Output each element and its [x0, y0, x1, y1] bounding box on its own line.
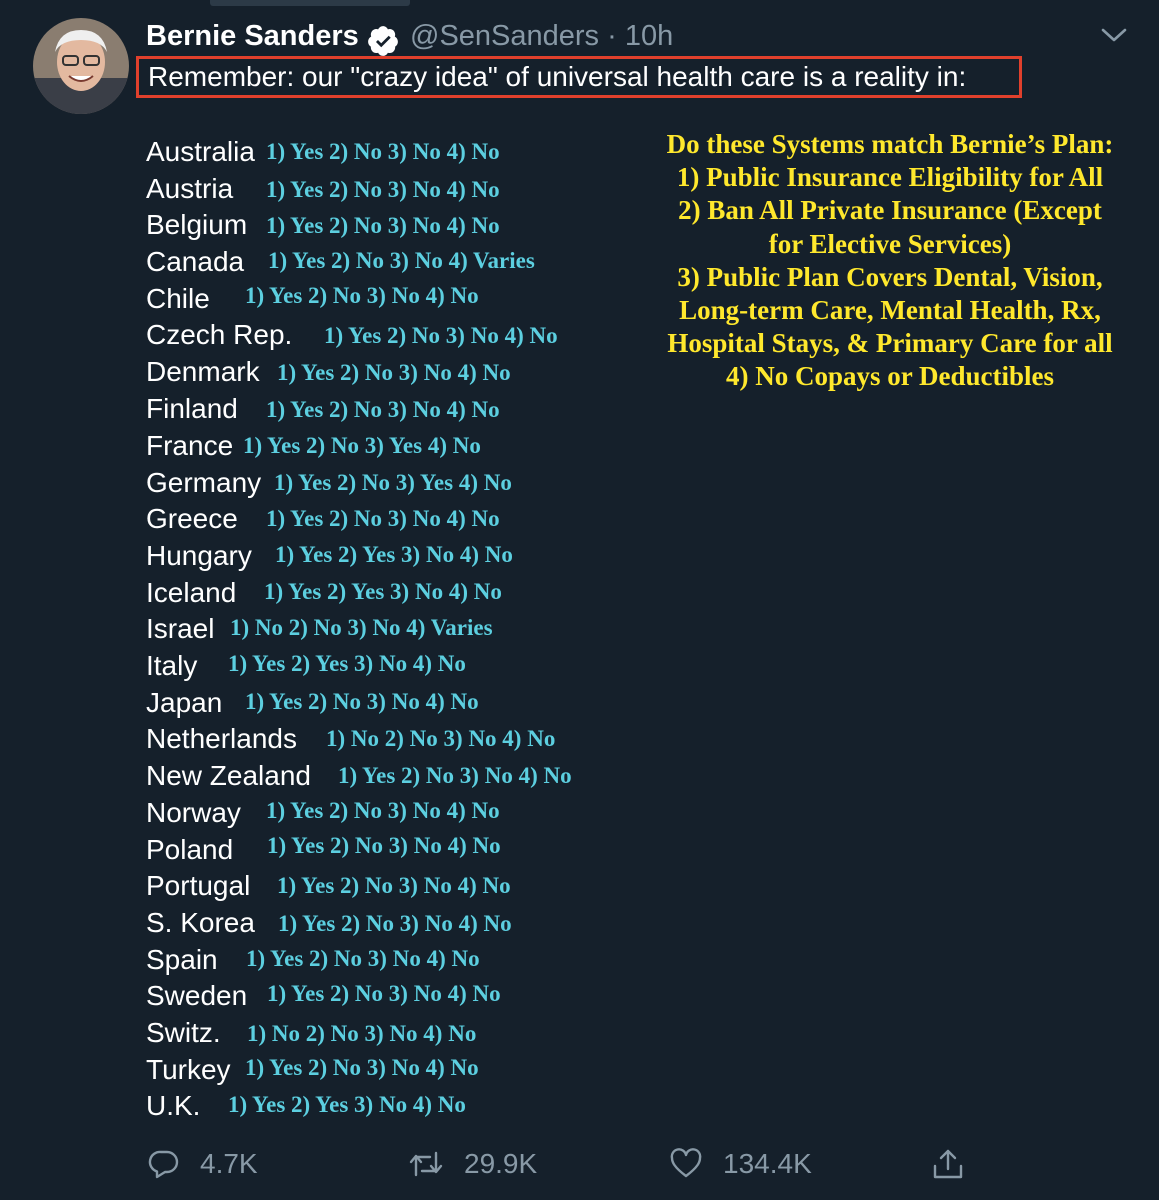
legend-line: Hospital Stays, & Primary Care for all [667, 328, 1113, 359]
country-name: Norway [146, 797, 241, 828]
country-name: Iceland [146, 577, 237, 608]
author-name[interactable]: Bernie Sanders [146, 20, 359, 53]
country-name: Canada [146, 246, 245, 277]
legend-line: Long-term Care, Mental Health, Rx, [679, 295, 1101, 326]
country-name: Czech Rep. [146, 319, 293, 350]
country-name: Germany [146, 467, 262, 498]
country-answers: 1) Yes 2) No 3) No 4) No [277, 360, 511, 385]
country-name: Italy [146, 650, 198, 681]
country-answers: 1) Yes 2) No 3) No 4) No [266, 139, 500, 164]
country-answers: 1) Yes 2) No 3) No 4) No [338, 763, 572, 788]
author-handle-and-time[interactable]: @SenSanders · 10h [410, 20, 673, 53]
legend-line: Do these Systems match Bernie’s Plan: [666, 129, 1114, 159]
reply-count: 4.7K [200, 1148, 258, 1179]
country-answers: 1) Yes 2) No 3) No 4) No [266, 213, 500, 238]
country-answers: 1) Yes 2) No 3) No 4) Varies [268, 248, 535, 273]
country-answers: 1) Yes 2) No 3) No 4) No [266, 397, 500, 422]
country-answers: 1) Yes 2) No 3) Yes 4) No [274, 470, 512, 495]
country-name: Austria [146, 173, 234, 204]
country-name: Denmark [146, 356, 260, 387]
country-name: New Zealand [146, 760, 311, 791]
country-answers: 1) Yes 2) Yes 3) No 4) No [228, 1092, 466, 1117]
country-name: Turkey [146, 1054, 231, 1085]
legend-line: 1) Public Insurance Eligibility for All [676, 162, 1104, 193]
country-answers: 1) Yes 2) No 3) No 4) No [278, 911, 512, 936]
country-answers: 1) Yes 2) No 3) No 4) No [245, 1055, 479, 1080]
chevron-down-icon[interactable] [1098, 24, 1130, 48]
avatar[interactable] [33, 18, 129, 114]
country-answers: 1) Yes 2) No 3) No 4) No [246, 946, 480, 971]
share-button[interactable] [930, 1144, 986, 1184]
plan-criteria-legend: Do these Systems match Bernie’s Plan: 1)… [640, 128, 1140, 394]
reply-icon [148, 1150, 179, 1179]
country-name: Hungary [146, 540, 252, 571]
country-answers: 1) No 2) No 3) No 4) No [326, 726, 556, 751]
legend-line: 4) No Copays or Deductibles [725, 361, 1054, 392]
legend-line: 2) Ban All Private Insurance (Except [678, 195, 1102, 226]
country-name: Sweden [146, 980, 248, 1011]
country-name: Netherlands [146, 723, 297, 754]
country-name: Switz. [146, 1017, 221, 1048]
legend-line: for Elective Services) [768, 228, 1012, 259]
country-name: Portugal [146, 870, 251, 901]
country-answers: 1) Yes 2) No 3) Yes 4) No [243, 433, 481, 458]
country-name: Japan [146, 687, 223, 718]
country-answers: 1) Yes 2) No 3) No 4) No [245, 283, 479, 308]
country-answers: 1) Yes 2) No 3) No 4) No [277, 873, 511, 898]
previous-tweet-remnant [210, 0, 410, 6]
tweet-text: Remember: our "crazy idea" of universal … [136, 56, 1022, 98]
verified-badge-icon [368, 26, 398, 56]
country-name: Australia [146, 136, 255, 167]
country-answers: 1) Yes 2) Yes 3) No 4) No [264, 579, 502, 604]
country-name: U.K. [146, 1090, 201, 1121]
country-answers: 1) Yes 2) No 3) No 4) No [267, 833, 501, 858]
heart-icon [670, 1148, 702, 1178]
country-name: France [146, 430, 234, 461]
country-name: Belgium [146, 209, 248, 240]
country-answers: 1) No 2) No 3) No 4) No [247, 1021, 477, 1046]
author-handle[interactable]: @SenSanders [410, 20, 599, 52]
retweet-button[interactable]: 29.9K [408, 1144, 537, 1184]
country-answers: 1) Yes 2) No 3) No 4) No [266, 506, 500, 531]
country-answers: 1) No 2) No 3) No 4) Varies [230, 615, 493, 640]
country-answers: 1) Yes 2) No 3) No 4) No [324, 323, 558, 348]
retweet-icon [409, 1151, 443, 1177]
share-icon [933, 1149, 963, 1179]
country-name: Finland [146, 393, 238, 424]
country-name: Israel [146, 613, 215, 644]
tweet-time[interactable]: · 10h [607, 20, 673, 52]
like-count: 134.4K [723, 1148, 812, 1179]
country-answers: 1) Yes 2) No 3) No 4) No [267, 981, 501, 1006]
retweet-count: 29.9K [464, 1148, 538, 1179]
legend-line: 3) Public Plan Covers Dental, Vision, [677, 261, 1103, 292]
country-name: Greece [146, 503, 238, 534]
country-answers: 1) Yes 2) Yes 3) No 4) No [228, 651, 466, 676]
like-button[interactable]: 134.4K [669, 1144, 812, 1184]
country-answers: 1) Yes 2) No 3) No 4) No [245, 689, 479, 714]
country-name: Spain [146, 944, 218, 975]
country-name: S. Korea [146, 907, 255, 938]
country-answers: 1) Yes 2) No 3) No 4) No [266, 798, 500, 823]
country-answers: 1) Yes 2) Yes 3) No 4) No [275, 542, 513, 567]
reply-button[interactable]: 4.7K [148, 1144, 258, 1184]
country-name: Poland [146, 834, 234, 865]
country-answers: 1) Yes 2) No 3) No 4) No [266, 177, 500, 202]
country-name: Chile [146, 283, 210, 314]
